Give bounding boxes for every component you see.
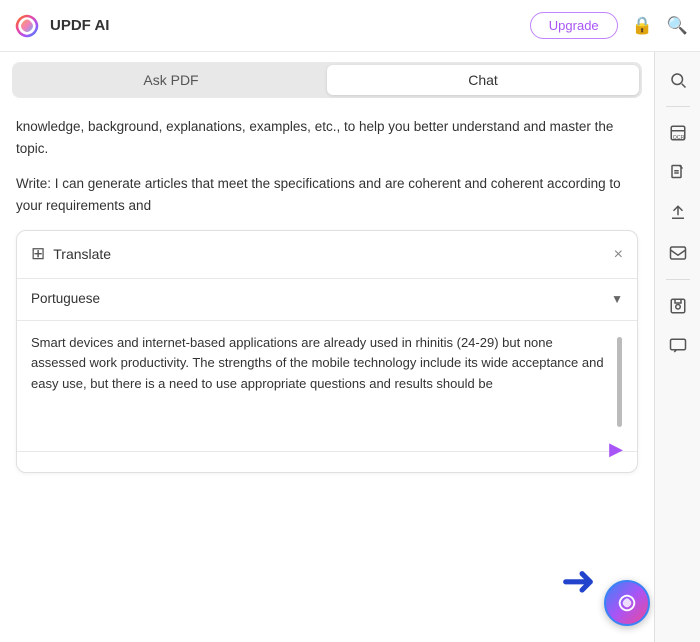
left-panel: Ask PDF Chat knowledge, background, expl… [0,52,654,642]
translate-card: ⊞ Translate × Portuguese ▼ Smart devices… [16,230,638,472]
app-header: UPDF AI Upgrade 🔒 🔍 [0,0,700,52]
send-button[interactable]: ▶ [609,439,623,460]
upgrade-button[interactable]: Upgrade [530,12,618,39]
translate-icon: ⊞ [31,241,45,267]
tab-bar: Ask PDF Chat [12,62,642,98]
search-header-icon[interactable]: 🔍 [667,16,688,36]
header-icons: 🔒 🔍 [632,16,688,36]
scrollbar-thumb [617,337,622,427]
sidebar-divider-1 [666,106,690,107]
chat-wrapper: knowledge, background, explanations, exa… [0,106,654,642]
translate-title: Translate [53,244,613,266]
tab-chat[interactable]: Chat [327,65,639,95]
translate-body: Smart devices and internet-based applica… [17,321,637,451]
sidebar-convert-icon[interactable] [660,155,696,191]
sidebar-mail-icon[interactable] [660,235,696,271]
chat-text-paragraph1: knowledge, background, explanations, exa… [16,116,638,159]
language-selector[interactable]: Portuguese ▼ [17,279,637,321]
svg-text:OCR: OCR [672,135,684,141]
sidebar-ocr-icon[interactable]: OCR [660,115,696,151]
translate-input-area: ▶ [17,451,637,472]
logo-area: UPDF AI [12,11,530,41]
chevron-down-icon: ▼ [611,290,623,309]
main-container: Ask PDF Chat knowledge, background, expl… [0,52,700,642]
sidebar-save-icon[interactable] [660,288,696,324]
scrollbar[interactable] [615,333,623,439]
chat-text-paragraph2: Write: I can generate articles that meet… [16,173,638,216]
sidebar-divider-2 [666,279,690,280]
logo-icon [12,11,42,41]
translate-header: ⊞ Translate × [17,231,637,278]
language-label: Portuguese [31,289,611,310]
right-sidebar: OCR [654,52,700,642]
sidebar-upload-icon[interactable] [660,195,696,231]
sidebar-comment-icon[interactable] [660,328,696,364]
translated-text: Smart devices and internet-based applica… [31,333,615,439]
fab-icon [616,592,638,614]
tab-ask-pdf[interactable]: Ask PDF [15,65,327,95]
app-title: UPDF AI [50,17,109,34]
fab-button[interactable] [604,580,650,626]
sidebar-search-icon[interactable] [660,62,696,98]
translate-close-button[interactable]: × [614,247,623,263]
lock-icon[interactable]: 🔒 [632,16,653,36]
chat-content: knowledge, background, explanations, exa… [0,106,654,642]
